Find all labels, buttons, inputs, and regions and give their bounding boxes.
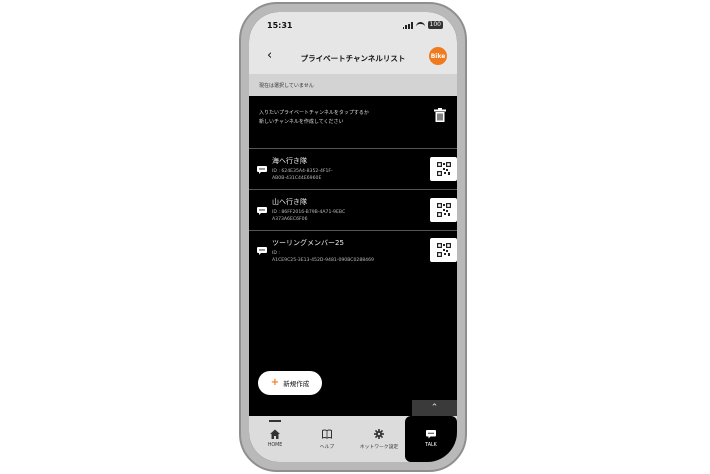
nav-bar: ‹ プライベートチャンネルリスト Bike	[249, 38, 457, 74]
channel-id-line-1: ID :	[272, 251, 280, 256]
tab-bar: HOME ヘルプ ネットワーク設定 TALK	[249, 416, 457, 462]
home-icon	[270, 429, 280, 439]
help-book-icon	[322, 429, 332, 439]
new-channel-button[interactable]: + 新規作成	[258, 371, 322, 395]
battery-indicator: 100	[427, 21, 443, 29]
status-time: 15:31	[267, 21, 293, 30]
qr-code-button[interactable]	[430, 238, 457, 262]
qr-code-icon	[436, 203, 451, 217]
channel-name: 山へ行き隊	[272, 198, 307, 206]
phone-frame: 15:31 100 ‹ プライベートチャンネルリスト Bike 現在は選択してい…	[239, 2, 467, 472]
page-title: プライベートチャンネルリスト	[300, 54, 406, 63]
talk-bubble-icon	[426, 430, 436, 439]
plus-icon: +	[270, 377, 280, 388]
app-screen: 15:31 100 ‹ プライベートチャンネルリスト Bike 現在は選択してい…	[249, 12, 457, 462]
instruction-line-2: 新しいチャンネルを作成してください	[259, 119, 344, 125]
notice-text: 現在は選択していません	[259, 83, 314, 89]
signal-icon	[402, 21, 413, 29]
qr-code-button[interactable]	[430, 157, 457, 181]
collapse-toggle[interactable]: ⌃	[412, 400, 457, 416]
wifi-icon	[415, 21, 425, 29]
channel-id-line-1: ID : 624E35A4-8352-4F1F-	[272, 169, 333, 174]
channel-id-line-1: ID : 86FF2016-B79B-4A71-9EBC	[272, 210, 346, 215]
trash-icon[interactable]	[434, 108, 446, 122]
chat-bubble-icon	[257, 166, 267, 174]
channel-id-line-2: A1CE9C25-3E13-452D-9481-090BC0288469	[272, 258, 374, 263]
new-channel-label: 新規作成	[283, 380, 310, 388]
channel-item[interactable]: ツーリングメンバー25 ID : A1CE9C25-3E13-452D-9481…	[249, 231, 457, 273]
tab-home-label: HOME	[267, 443, 283, 448]
qr-code-icon	[436, 162, 451, 176]
channel-id-line-2: AB0B-431C44E6960E	[272, 176, 322, 181]
tab-network-settings[interactable]: ネットワーク設定	[353, 416, 405, 462]
channel-name: 海へ行き隊	[272, 157, 307, 165]
channel-id-line-2: A373A6EC6F06	[272, 217, 308, 222]
qr-code-icon	[436, 243, 451, 257]
channel-item[interactable]: 海へ行き隊 ID : 624E35A4-8352-4F1F- AB0B-431C…	[249, 149, 457, 190]
tab-talk[interactable]: TALK	[405, 416, 457, 462]
channel-name: ツーリングメンバー25	[272, 239, 344, 247]
qr-code-button[interactable]	[430, 198, 457, 222]
status-bar: 15:31 100	[249, 12, 457, 38]
selection-notice: 現在は選択していません	[249, 74, 457, 96]
chevron-up-icon: ⌃	[430, 403, 439, 413]
settings-gear-icon	[374, 429, 384, 439]
chat-bubble-icon	[257, 207, 267, 215]
brand-logo: Bike	[429, 47, 447, 65]
tab-network-settings-label: ネットワーク設定	[359, 445, 399, 450]
tab-talk-label: TALK	[425, 443, 437, 448]
tab-home[interactable]: HOME	[249, 416, 301, 462]
channel-item[interactable]: 山へ行き隊 ID : 86FF2016-B79B-4A71-9EBC A373A…	[249, 190, 457, 231]
chat-bubble-icon	[257, 247, 267, 255]
instruction-line-1: 入りたいプライベートチャンネルをタップするか	[259, 110, 369, 116]
tab-help-label: ヘルプ	[319, 445, 335, 450]
tab-help[interactable]: ヘルプ	[301, 416, 353, 462]
tab-indicator	[269, 420, 281, 422]
instructions-row: 入りたいプライベートチャンネルをタップするか 新しいチャンネルを作成してください	[249, 96, 457, 149]
status-icons: 100	[402, 21, 443, 29]
